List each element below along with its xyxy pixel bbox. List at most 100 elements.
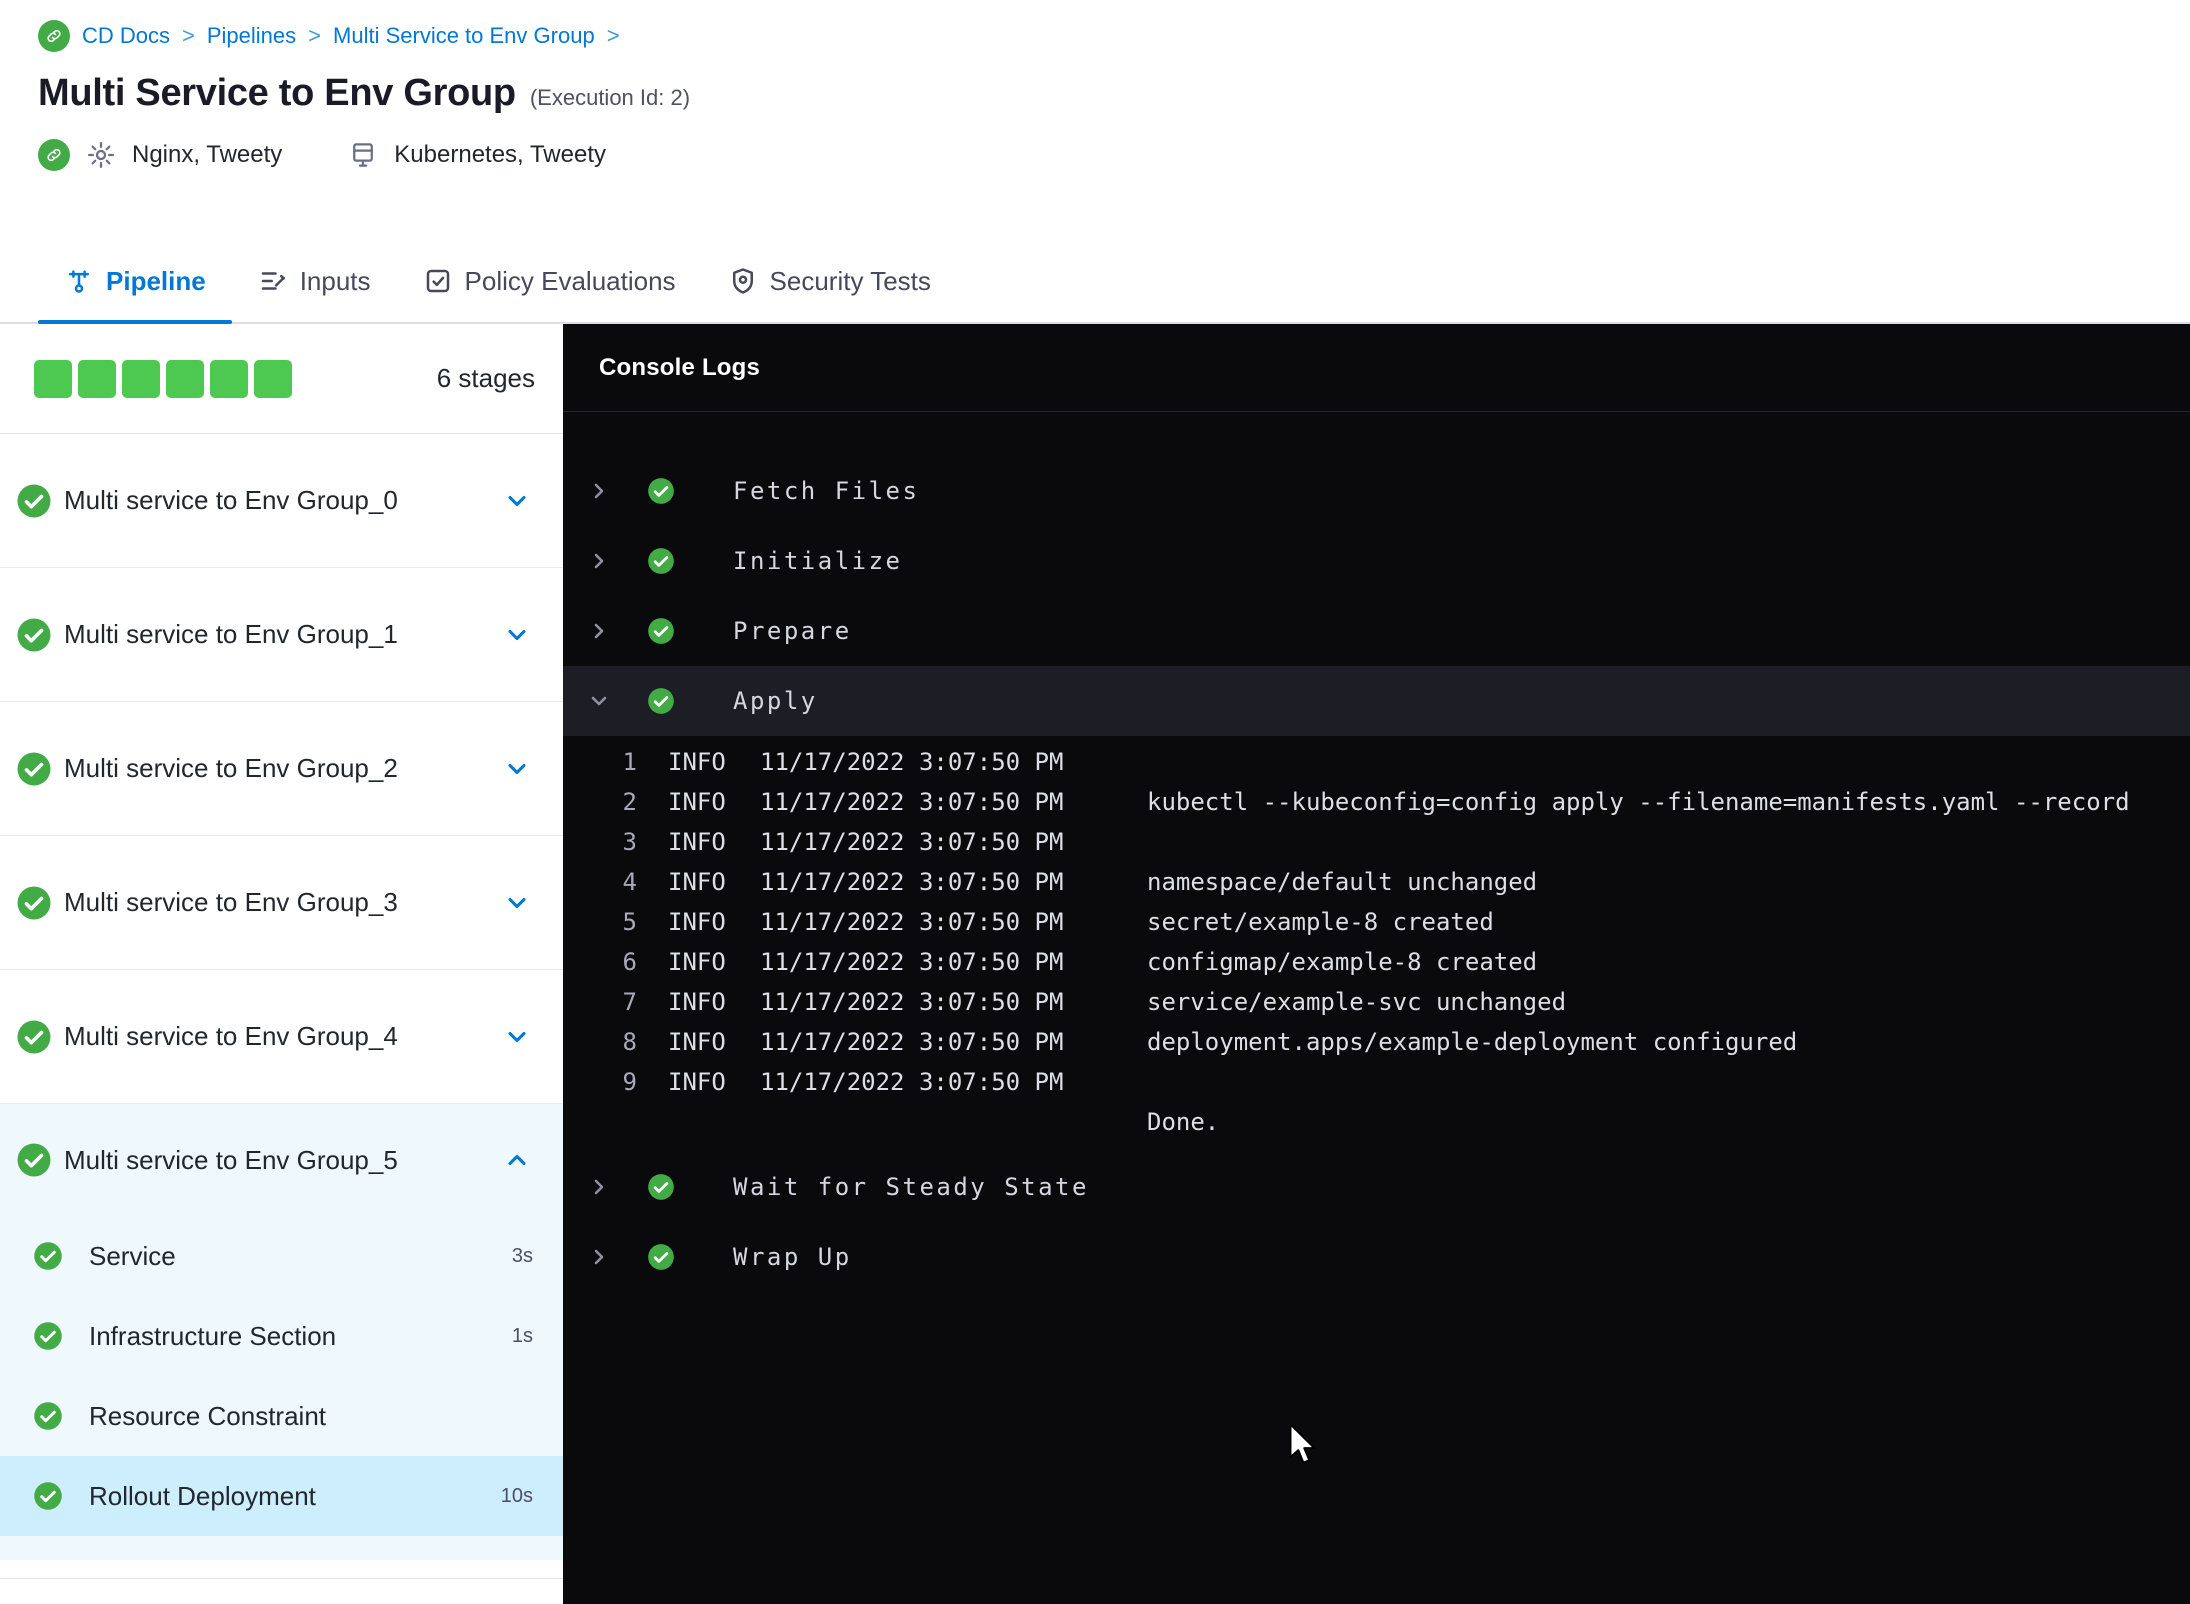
log-level: INFO — [668, 908, 726, 936]
chevron-down-icon[interactable] — [503, 755, 531, 783]
chevron-down-icon[interactable] — [503, 1023, 531, 1051]
log-message: deployment.apps/example-deployment confi… — [1147, 1028, 1798, 1056]
tab-security-tests[interactable]: Security Tests — [702, 240, 957, 322]
console-body: Fetch Files Initialize Prepare Apply 1 I… — [563, 412, 2190, 1292]
inputs-icon — [261, 272, 285, 290]
step-label: Rollout Deployment — [89, 1480, 316, 1511]
stage-row-4[interactable]: Multi service to Env Group_4 — [0, 970, 563, 1104]
chevron-up-icon[interactable] — [503, 1146, 531, 1174]
breadcrumb-separator: > — [182, 23, 195, 48]
console-step-label: Fetch Files — [733, 477, 920, 505]
chevron-down-icon[interactable] — [503, 621, 531, 649]
console-step-prepare[interactable]: Prepare — [563, 596, 2190, 666]
log-level: INFO — [668, 988, 726, 1016]
log-line-number: 4 — [622, 868, 637, 896]
breadcrumb-cd-docs[interactable]: CD Docs — [82, 23, 170, 49]
chevron-down-icon[interactable] — [587, 689, 611, 713]
console-step-initialize[interactable]: Initialize — [563, 526, 2190, 596]
breadcrumb-pipelines[interactable]: Pipelines — [207, 23, 296, 49]
log-timestamp: 11/17/2022 3:07:50 PM — [760, 1068, 1064, 1096]
log-line: 3 INFO 11/17/2022 3:07:50 PM — [563, 822, 2190, 862]
log-level: INFO — [668, 828, 726, 856]
tabbar: Pipeline Inputs Policy Evaluations Secur… — [0, 240, 2190, 324]
stages-count: 6 stages — [436, 363, 535, 393]
log-level: INFO — [668, 868, 726, 896]
tab-label: Pipeline — [106, 265, 206, 296]
log-level: INFO — [668, 748, 726, 776]
stage-label: Multi service to Env Group_0 — [64, 485, 398, 515]
stage-row-0[interactable]: Multi service to Env Group_0 — [0, 434, 563, 568]
step-row-infrastructure[interactable]: Infrastructure Section 1s — [0, 1296, 563, 1376]
chevron-right-icon[interactable] — [587, 1175, 611, 1199]
log-line: 2 INFO 11/17/2022 3:07:50 PM kubectl --k… — [563, 782, 2190, 822]
stage-row-3[interactable]: Multi service to Env Group_3 — [0, 836, 563, 970]
success-check-icon — [16, 482, 52, 519]
link-badge-icon — [38, 139, 70, 171]
chevron-right-icon[interactable] — [587, 619, 611, 643]
success-check-icon — [33, 1241, 63, 1271]
header: CD Docs > Pipelines > Multi Service to E… — [0, 0, 2190, 240]
chevron-right-icon[interactable] — [587, 549, 611, 573]
console-step-fetch-files[interactable]: Fetch Files — [563, 456, 2190, 526]
tab-pipeline[interactable]: Pipeline — [38, 240, 232, 324]
step-duration: 10s — [500, 1484, 533, 1507]
log-timestamp: 11/17/2022 3:07:50 PM — [760, 868, 1064, 896]
log-timestamp: 11/17/2022 3:07:50 PM — [760, 988, 1064, 1016]
shield-icon — [732, 268, 753, 294]
sidebar-tail — [0, 1560, 563, 1604]
success-check-icon — [33, 1481, 63, 1511]
log-message: configmap/example-8 created — [1147, 948, 1538, 976]
breadcrumb-pipeline-name[interactable]: Multi Service to Env Group — [333, 23, 595, 49]
environments-label: Kubernetes, Tweety — [394, 141, 606, 168]
step-row-rollout-deployment[interactable]: Rollout Deployment 10s — [0, 1456, 563, 1536]
log-message: kubectl --kubeconfig=config apply --file… — [1147, 788, 2130, 816]
step-row-service[interactable]: Service 3s — [0, 1216, 563, 1296]
stage-status-squares — [34, 359, 292, 398]
console-step-wrap-up[interactable]: Wrap Up — [563, 1222, 2190, 1292]
log-line-number: 8 — [622, 1028, 637, 1056]
log-line: 7 INFO 11/17/2022 3:07:50 PM service/exa… — [563, 982, 2190, 1022]
success-check-icon — [16, 1018, 52, 1055]
console-step-wait-for-steady-state[interactable]: Wait for Steady State — [563, 1152, 2190, 1222]
success-check-icon — [16, 1142, 52, 1178]
console-step-label: Wrap Up — [733, 1243, 852, 1271]
step-label: Resource Constraint — [89, 1400, 326, 1431]
chevron-right-icon[interactable] — [587, 1245, 611, 1269]
console-step-label: Prepare — [733, 617, 852, 645]
step-row-resource-constraint[interactable]: Resource Constraint — [0, 1376, 563, 1456]
tab-inputs[interactable]: Inputs — [232, 240, 397, 322]
step-label: Service — [89, 1240, 176, 1271]
stage-row-1[interactable]: Multi service to Env Group_1 — [0, 568, 563, 702]
chevron-down-icon[interactable] — [503, 487, 531, 515]
stages-summary: 6 stages — [0, 324, 563, 434]
console-step-label: Apply — [733, 687, 818, 715]
log-block: 1 INFO 11/17/2022 3:07:50 PM 2 INFO 11/1… — [563, 736, 2190, 1152]
policy-check-icon — [426, 269, 449, 293]
log-timestamp: 11/17/2022 3:07:50 PM — [760, 908, 1064, 936]
stage-label: Multi service to Env Group_2 — [64, 753, 398, 783]
chevron-down-icon[interactable] — [503, 889, 531, 917]
success-check-icon — [647, 617, 675, 645]
stage-status-square — [34, 359, 72, 398]
pipeline-icon — [69, 270, 89, 293]
breadcrumb: CD Docs > Pipelines > Multi Service to E… — [38, 0, 2190, 54]
tab-policy-evaluations[interactable]: Policy Evaluations — [397, 240, 702, 322]
stage-row-2[interactable]: Multi service to Env Group_2 — [0, 702, 563, 836]
environments-icon — [348, 140, 378, 170]
console-panel: Console Logs Fetch Files Initialize Prep… — [563, 324, 2190, 1604]
chevron-right-icon[interactable] — [587, 479, 611, 503]
success-check-icon — [16, 616, 52, 653]
success-check-icon — [16, 750, 52, 787]
log-line: 6 INFO 11/17/2022 3:07:50 PM configmap/e… — [563, 942, 2190, 982]
log-line-number: 6 — [622, 948, 637, 976]
log-timestamp: 11/17/2022 3:07:50 PM — [760, 748, 1064, 776]
log-level: INFO — [668, 788, 726, 816]
console-step-apply[interactable]: Apply — [563, 666, 2190, 736]
log-message: secret/example-8 created — [1147, 908, 1494, 936]
stages-sidebar: 6 stages Multi service to Env Group_0 Mu… — [0, 324, 563, 1604]
tab-label: Security Tests — [769, 265, 931, 296]
success-check-icon — [647, 547, 675, 575]
log-line: 8 INFO 11/17/2022 3:07:50 PM deployment.… — [563, 1022, 2190, 1062]
stage-row-5[interactable]: Multi service to Env Group_5 — [0, 1104, 563, 1216]
